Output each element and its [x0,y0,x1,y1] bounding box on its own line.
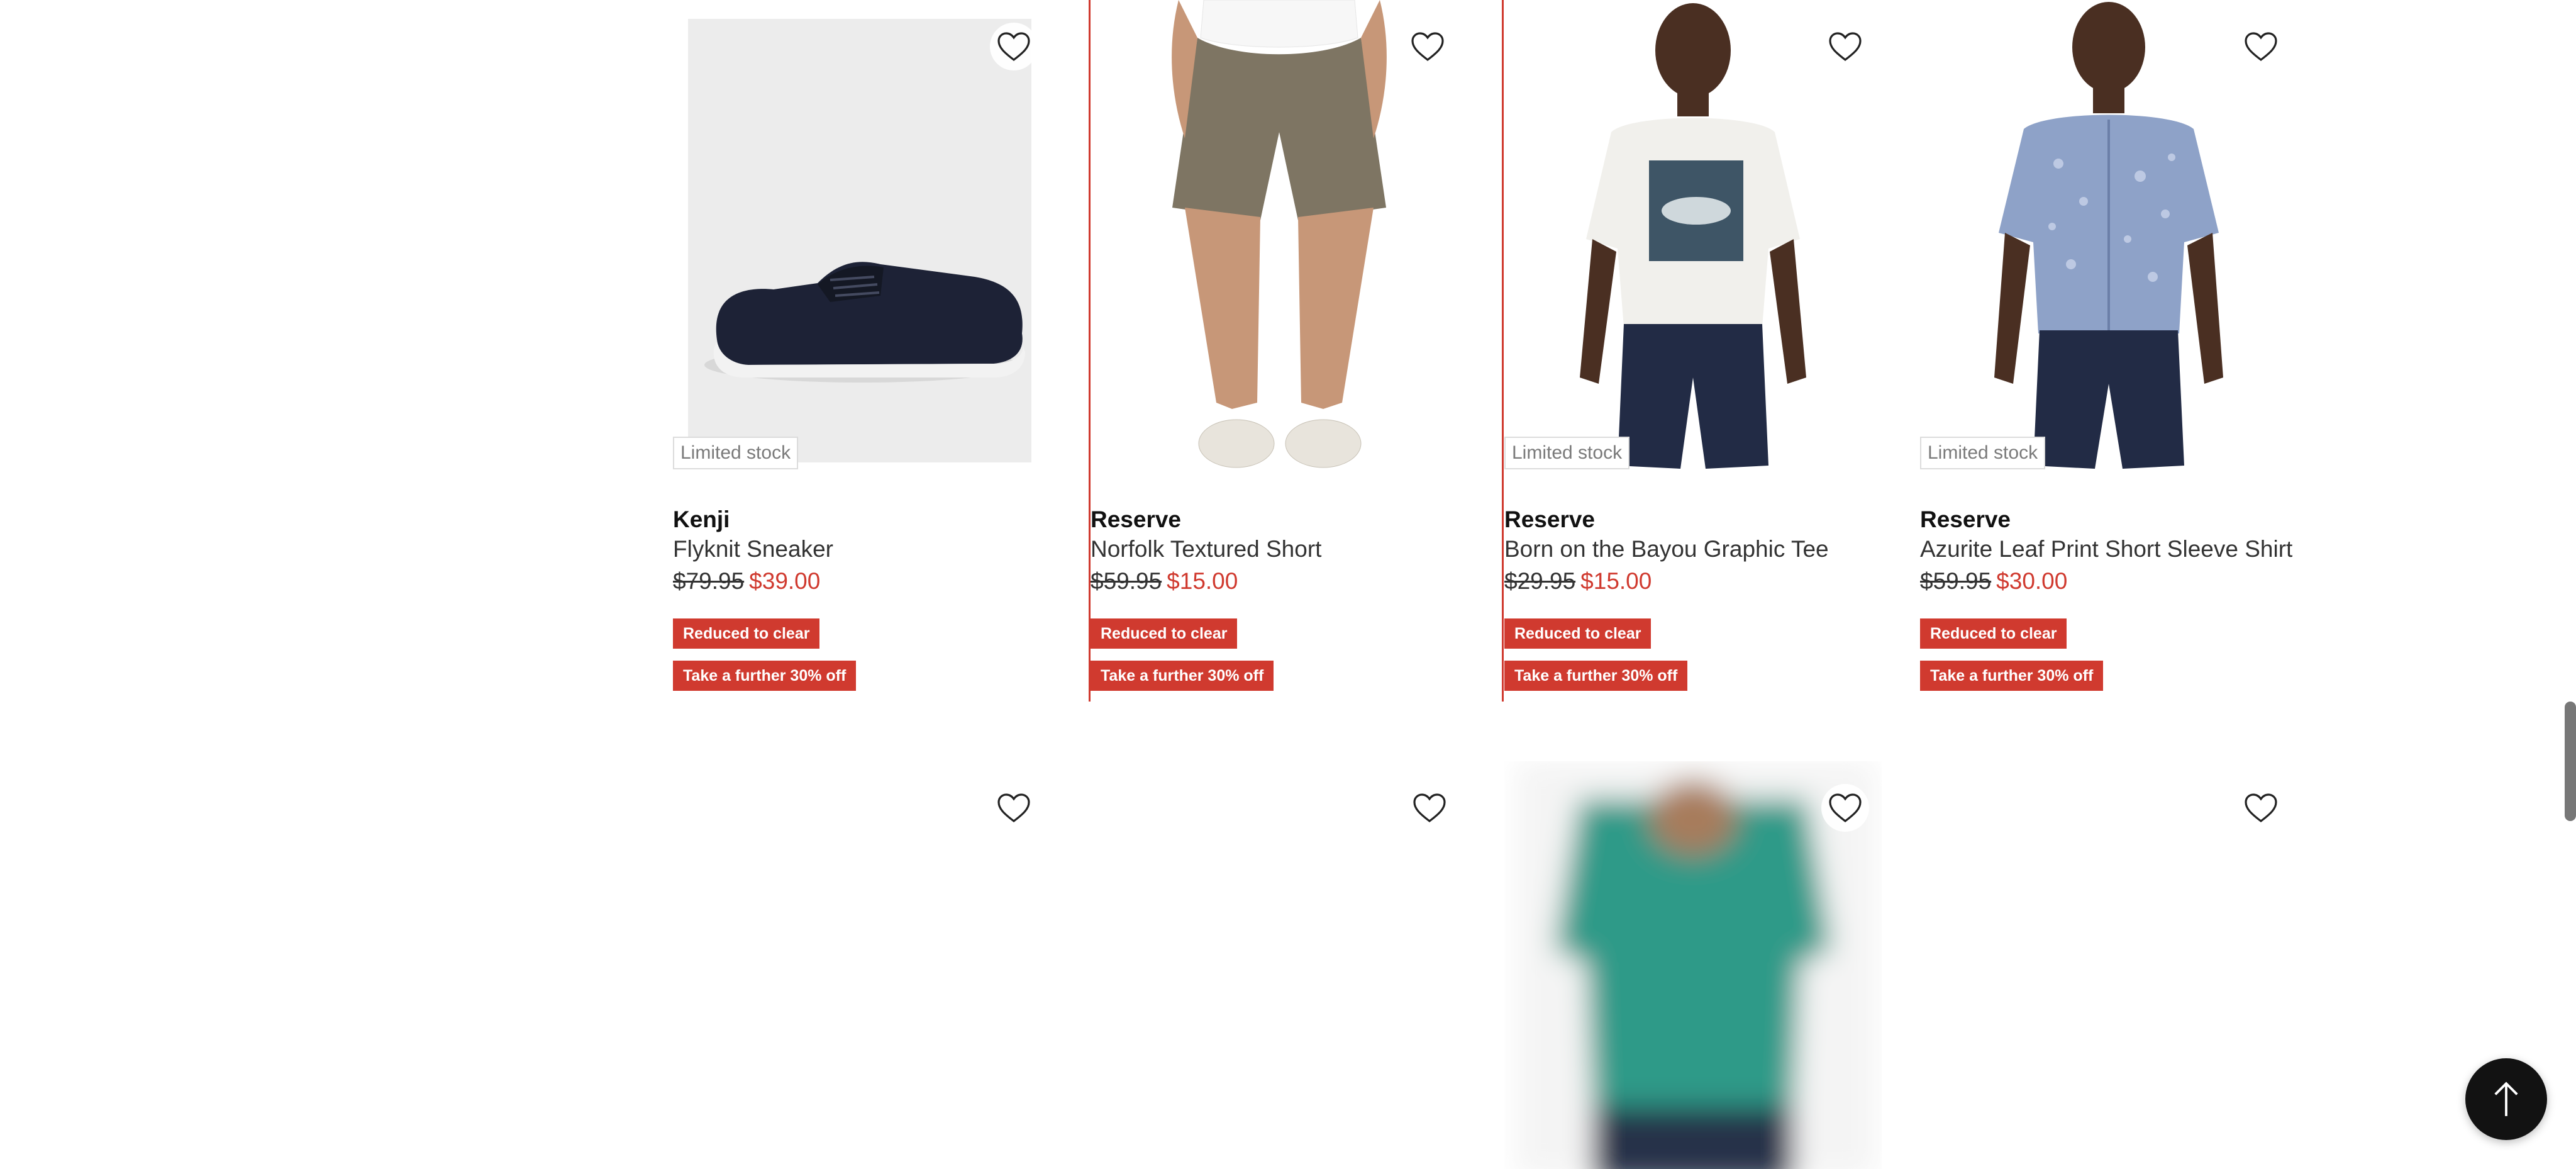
wishlist-button[interactable] [2237,23,2285,70]
product-card[interactable]: Limited stock Kenji Flyknit Sneaker $79.… [673,0,1088,702]
sale-price: $30.00 [1996,568,2068,594]
product-grid: Limited stock Kenji Flyknit Sneaker $79.… [673,0,2346,1169]
product-card-loading[interactable] [1504,761,1919,1169]
product-brand[interactable]: Reserve [1091,506,1181,533]
product-prices: $59.95 $15.00 [1091,568,1238,595]
product-brand[interactable]: Reserve [1920,506,2011,533]
heart-outline-icon [997,32,1030,62]
original-price: $29.95 [1504,568,1576,594]
promo-tag-further-off: Take a further 30% off [673,661,857,691]
product-name[interactable]: Azurite Leaf Print Short Sleeve Shirt [1920,536,2292,562]
wishlist-button[interactable] [2237,784,2285,832]
heart-outline-icon [2245,793,2277,823]
sale-price: $39.00 [749,568,821,594]
promo-tag-reduced: Reduced to clear [1504,618,1652,649]
promo-tag-further-off: Take a further 30% off [1504,661,1688,691]
promo-tag-reduced: Reduced to clear [673,618,820,649]
page-scrollbar-thumb[interactable] [2565,702,2576,821]
heart-outline-icon [1411,32,1444,62]
original-price: $79.95 [673,568,745,594]
back-to-top-button[interactable] [2465,1058,2547,1140]
stock-badge: Limited stock [1920,437,2046,469]
stock-badge: Limited stock [1504,437,1630,469]
promo-tag-further-off: Take a further 30% off [1920,661,2104,691]
heart-outline-icon [1829,793,1862,823]
sale-price: $15.00 [1167,568,1238,594]
product-image[interactable] [1091,0,1468,481]
product-card[interactable]: Limited stock Reserve Born on the Bayou … [1504,0,1919,702]
product-card[interactable]: Reserve Norfolk Textured Short $59.95 $15… [1089,0,1504,702]
wishlist-button[interactable] [1404,23,1452,70]
wishlist-button[interactable] [1821,784,1869,832]
product-image-placeholder [673,761,1050,1169]
arrow-up-icon [2494,1082,2518,1116]
product-brand[interactable]: Reserve [1504,506,1595,533]
product-prices: $29.95 $15.00 [1504,568,1652,595]
product-image-placeholder [1920,761,2297,1169]
wishlist-button[interactable] [990,784,1038,832]
product-prices: $79.95 $39.00 [673,568,820,595]
product-image[interactable] [673,0,1050,481]
product-image[interactable] [1504,0,1882,481]
product-name[interactable]: Born on the Bayou Graphic Tee [1504,536,1829,562]
product-image[interactable] [1920,0,2297,481]
heart-outline-icon [1413,793,1446,823]
heart-outline-icon [2245,32,2277,62]
original-price: $59.95 [1920,568,1992,594]
product-card-loading[interactable] [673,761,1088,1169]
stock-badge: Limited stock [673,437,799,469]
product-brand[interactable]: Kenji [673,506,730,533]
product-image-placeholder [1089,761,1466,1169]
wishlist-button[interactable] [990,23,1038,70]
wishlist-button[interactable] [1821,23,1869,70]
promo-tag-reduced: Reduced to clear [1920,618,2067,649]
promo-tag-further-off: Take a further 30% off [1091,661,1274,691]
promo-tag-reduced: Reduced to clear [1091,618,1238,649]
product-image-blurred[interactable] [1504,761,1882,1169]
product-card-loading[interactable] [1089,761,1504,1169]
wishlist-button[interactable] [1406,784,1453,832]
product-prices: $59.95 $30.00 [1920,568,2067,595]
product-name[interactable]: Flyknit Sneaker [673,536,833,562]
product-card-loading[interactable] [1920,761,2335,1169]
heart-outline-icon [997,793,1030,823]
product-card[interactable]: Limited stock Reserve Azurite Leaf Print… [1920,0,2335,702]
heart-outline-icon [1829,32,1862,62]
product-name[interactable]: Norfolk Textured Short [1091,536,1321,562]
original-price: $59.95 [1091,568,1162,594]
sale-price: $15.00 [1580,568,1652,594]
